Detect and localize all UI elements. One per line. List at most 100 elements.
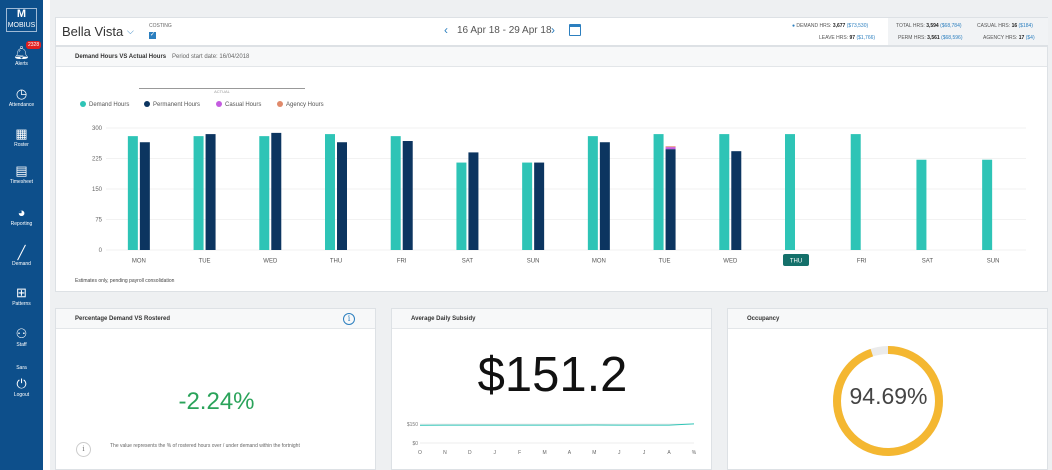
logo-mark: M	[16, 8, 27, 20]
line-chart-icon: ╱	[17, 245, 26, 260]
leave-cost: ($1,766)	[856, 35, 876, 41]
x-tick-label: F	[518, 450, 521, 456]
y-tick-label: $150	[407, 422, 418, 428]
sidebar-user: Sara	[0, 365, 43, 372]
bar-permanent	[139, 142, 150, 250]
calendar-icon: ▦	[15, 126, 28, 141]
venue-dropdown-chevron-icon[interactable]: ⌵	[127, 26, 134, 37]
sidebar-item-timesheet[interactable]: ▤ Timesheet	[0, 163, 43, 186]
x-tick-label: A	[568, 450, 572, 456]
x-tick-label: FRI	[857, 259, 867, 265]
sidebar-item-alerts[interactable]: 🔔︎ 2328 Alerts	[0, 41, 43, 68]
demand-actual-bar-chart: 0 75 150 225 300 MON TUE WED THU FRI SAT SUN MON TUE W…	[92, 126, 1026, 266]
logo-text: MOBIUS	[7, 22, 36, 29]
agency-label: AGENCY HRS:	[983, 35, 1018, 41]
logout-button[interactable]: ⏻ Logout	[0, 376, 43, 399]
bar-permanent	[205, 134, 216, 250]
info-icon[interactable]: ●	[792, 23, 795, 29]
header-bar: Bella Vista ⌵ COSTING ✓ ‹ 16 Apr 18 - 29…	[55, 17, 1048, 46]
casual-label: CASUAL HRS:	[977, 23, 1011, 29]
sidebar-item-patterns[interactable]: ⊞ Patterns	[0, 285, 43, 308]
x-tick-label: SAT	[922, 259, 934, 265]
next-period-chevron-icon[interactable]: ›	[551, 23, 555, 37]
sidebar-item-reporting[interactable]: ◕ Reporting	[0, 205, 43, 228]
y-tick-label: 300	[92, 126, 103, 132]
y-tick-label: 0	[99, 248, 103, 254]
chart-footnote: Estimates only, pending payroll consolid…	[75, 278, 175, 284]
y-tick-label: 75	[95, 218, 102, 224]
leave-label: LEAVE HRS:	[819, 35, 849, 41]
percentage-card: Percentage Demand VS Rostered i -2.24% i…	[55, 308, 376, 470]
costing-checkbox[interactable]: ✓	[149, 32, 156, 39]
x-tick-label: N	[443, 450, 447, 456]
subsidy-trend-chart: $0 $150 O N D J F M A M J J A%	[407, 422, 697, 456]
sidebar-item-label: Timesheet	[9, 179, 34, 185]
subsidy-card: Average Daily Subsidy $151.2 $0 $150 O N D J F…	[391, 308, 712, 470]
x-tick-label: FRI	[397, 259, 407, 265]
x-tick-label: TUE	[199, 259, 211, 265]
bar-demand	[587, 136, 598, 250]
x-tick-label: SUN	[527, 259, 540, 265]
total-label: TOTAL HRS:	[896, 23, 925, 29]
prev-period-chevron-icon[interactable]: ‹	[444, 23, 448, 37]
sidebar: M MOBIUS 🔔︎ 2328 Alerts ◷ Attendance ▦ Ro…	[0, 0, 43, 470]
bar-permanent	[731, 151, 742, 250]
sidebar-item-label: Patterns	[12, 301, 31, 307]
bar-permanent	[534, 162, 545, 250]
mobius-logo[interactable]: M MOBIUS	[6, 8, 37, 32]
x-tick-label: J	[493, 450, 496, 456]
power-icon: ⏻	[16, 376, 27, 391]
bar-demand	[653, 134, 664, 250]
bar-demand	[390, 136, 401, 250]
agency-cost: ($4)	[1025, 35, 1035, 41]
bar-demand	[456, 162, 467, 250]
percentage-note: The value represents the % of rostered h…	[110, 443, 300, 449]
bar-demand	[193, 136, 204, 250]
sidebar-item-attendance[interactable]: ◷ Attendance	[0, 86, 43, 109]
bar-agency	[665, 146, 676, 148]
x-tick-label: A	[667, 450, 671, 456]
perm-cost: ($68,596)	[941, 35, 963, 41]
bar-permanent	[599, 142, 610, 250]
casual-cost: ($184)	[1018, 23, 1033, 29]
sidebar-item-roster[interactable]: ▦ Roster	[0, 126, 43, 149]
summary-totals: TOTAL HRS: 3,594 ($68,784) PERM HRS: 3,5…	[888, 18, 1048, 45]
x-tick-label: D	[468, 450, 472, 456]
total-cost: ($68,784)	[940, 23, 962, 29]
info-icon[interactable]: i	[343, 313, 355, 325]
timesheet-icon: ▤	[15, 163, 28, 178]
bar-demand	[325, 134, 335, 250]
bar-permanent	[468, 152, 479, 250]
x-tick-label: %	[692, 450, 697, 456]
bar-demand	[785, 134, 795, 250]
sidebar-item-label: Staff	[16, 342, 27, 348]
x-tick-label: WED	[263, 259, 278, 265]
bar-demand	[522, 162, 533, 250]
sidebar-item-staff[interactable]: ⚇ Staff	[0, 326, 43, 349]
summary-demand: ● DEMAND HRS: 3,677 ($73,530) LEAVE HRS:…	[789, 18, 886, 45]
y-tick-label: $0	[412, 441, 418, 447]
x-tick-label: WED	[723, 259, 738, 265]
x-tick-label: M	[542, 450, 546, 456]
alerts-badge: 2328	[26, 41, 42, 49]
bar-permanent	[271, 132, 282, 250]
calendar-picker-icon[interactable]	[569, 24, 581, 36]
x-tick-label: MON	[132, 259, 146, 265]
demand-value: 3,677	[832, 23, 846, 29]
percentage-value: -2.24%	[178, 388, 255, 415]
info-icon[interactable]: i	[76, 442, 91, 457]
x-tick-label: O	[418, 450, 422, 456]
grid-icon: ⊞	[16, 285, 27, 300]
x-tick-label: J	[618, 450, 621, 456]
sidebar-item-demand[interactable]: ╱ Demand	[0, 245, 43, 268]
user-name: Sara	[16, 365, 27, 371]
x-tick-label: J	[643, 450, 646, 456]
occupancy-card: Occupancy 94.69%	[727, 308, 1048, 470]
demand-cost: ($73,530)	[846, 23, 869, 29]
occupancy-value: 94.69%	[849, 383, 928, 409]
bar-demand	[719, 134, 730, 250]
costing-label: COSTING	[149, 23, 172, 29]
bar-demand	[850, 134, 861, 250]
venue-name: Bella Vista	[62, 24, 124, 39]
x-tick-label: SUN	[987, 259, 1000, 265]
